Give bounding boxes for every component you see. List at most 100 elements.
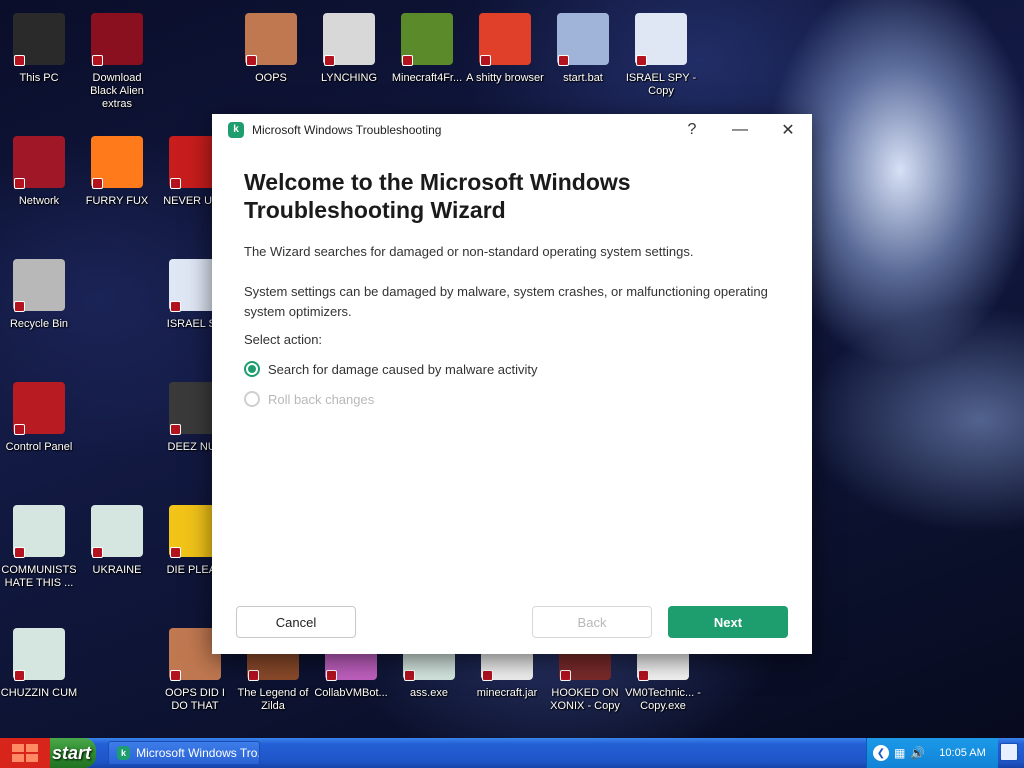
shortcut-badge-icon [14, 301, 25, 312]
volume-icon[interactable]: 🔊 [910, 746, 925, 760]
clock[interactable]: 10:05 AM [939, 747, 985, 759]
wizard-warning-text: System settings can be damaged by malwar… [244, 284, 768, 319]
rope-icon [320, 10, 378, 68]
desktop-icon-label: OOPS [255, 72, 287, 84]
option-label: Roll back changes [268, 391, 375, 407]
desktop-icon-label: start.bat [563, 72, 603, 84]
shortcut-badge-icon [560, 670, 571, 681]
taskbar-item-troubleshooting[interactable]: k Microsoft Windows Tro... [108, 741, 260, 765]
cancel-button[interactable]: Cancel [236, 606, 356, 638]
desktop-icon[interactable]: Network [0, 133, 78, 208]
shortcut-badge-icon [326, 670, 337, 681]
desktop-icon-label: OOPS DID I DO THAT [165, 687, 225, 712]
desktop-icon-label: Control Panel [5, 441, 73, 453]
troubleshooting-dialog: k Microsoft Windows Troubleshooting ? — … [212, 114, 812, 654]
desktop-icon[interactable]: ISRAEL SPY - Copy [622, 10, 700, 98]
desktop-icon-label: This PC [19, 72, 59, 84]
desktop-icon-label: CHUZZIN CUM [0, 687, 78, 699]
firefox-icon [88, 133, 146, 191]
shortcut-badge-icon [170, 301, 181, 312]
desktop-icon-label: HOOKED ON XONIX - Copy [550, 687, 620, 712]
windows-logo-icon [0, 738, 50, 768]
desktop-icon[interactable]: This PC [0, 10, 78, 85]
dialog-title: Microsoft Windows Troubleshooting [252, 123, 442, 137]
desktop-icon-label: UKRAINE [92, 564, 142, 576]
alien-icon [88, 10, 146, 68]
chevron-left-icon[interactable]: ❮ [873, 745, 889, 761]
shortcut-badge-icon [558, 55, 569, 66]
desktop-icon[interactable]: LYNCHING [310, 10, 388, 85]
desktop-icon-label: Download Black Alien extras [90, 72, 144, 110]
app-icon: k [228, 122, 244, 138]
desktop-icon-label: Recycle Bin [9, 318, 69, 330]
help-button[interactable]: ? [668, 114, 716, 146]
shortcut-badge-icon [170, 424, 181, 435]
shortcut-badge-icon [638, 670, 649, 681]
wizard-description: The Wizard searches for damaged or non-s… [244, 244, 694, 259]
gears-icon [554, 10, 612, 68]
desktop-icon-label: LYNCHING [320, 72, 378, 84]
desktop-icon[interactable]: OOPS [232, 10, 310, 85]
desktop-icon[interactable]: Recycle Bin [0, 256, 78, 331]
window-thumbnail-icon [10, 502, 68, 560]
option-search-damage[interactable]: Search for damage caused by malware acti… [244, 354, 780, 384]
shortcut-badge-icon [14, 547, 25, 558]
shortcut-badge-icon [402, 55, 413, 66]
desktop-icon-label: ISRAEL SPY - Copy [625, 72, 697, 97]
portrait-icon [242, 10, 300, 68]
control-panel-icon [10, 379, 68, 437]
shortcut-badge-icon [170, 547, 181, 558]
chrome-icon [476, 10, 534, 68]
shortcut-badge-icon [92, 55, 103, 66]
shortcut-badge-icon [92, 547, 103, 558]
desktop-icon[interactable]: Minecraft4Fr... [388, 10, 466, 85]
taskbar: start k Microsoft Windows Tro... ❮ ▦ 🔊 1… [0, 738, 1024, 768]
desktop-icon[interactable]: Control Panel [0, 379, 78, 454]
shortcut-badge-icon [170, 178, 181, 189]
desktop-icon-label: A shitty browser [466, 72, 544, 84]
shortcut-badge-icon [248, 670, 259, 681]
desktop-icon[interactable]: start.bat [544, 10, 622, 85]
wizard-heading: Welcome to the Microsoft Windows Trouble… [244, 169, 631, 223]
desktop-icon-label: FURRY FUX [85, 195, 149, 207]
network-icon[interactable]: ▦ [894, 746, 905, 760]
radio-checked-icon[interactable] [244, 361, 260, 377]
desktop-icon[interactable]: Download Black Alien extras [78, 10, 156, 111]
desktop-icon-label: COMMUNISTS HATE THIS ... [1, 564, 77, 589]
desktop-icon-label: VM0Technic... - Copy.exe [625, 687, 701, 712]
next-button[interactable]: Next [668, 606, 788, 638]
system-tray: ❮ ▦ 🔊 10:05 AM [866, 738, 998, 768]
window-thumbnail-icon [88, 502, 146, 560]
shortcut-badge-icon [14, 55, 25, 66]
shortcut-badge-icon [170, 670, 181, 681]
desktop-icon[interactable]: COMMUNISTS HATE THIS ... [0, 502, 78, 590]
desktop-icon[interactable]: A shitty browser [466, 10, 544, 85]
shortcut-badge-icon [92, 178, 103, 189]
desktop-icon-label: CollabVMBot... [314, 687, 388, 699]
desktop-icon-label: ass.exe [410, 687, 448, 699]
shortcut-badge-icon [14, 670, 25, 681]
desktop-icon[interactable]: FURRY FUX [78, 133, 156, 208]
show-desktop-icon[interactable] [1000, 743, 1018, 761]
network-pipe-icon [632, 10, 690, 68]
dialog-titlebar[interactable]: k Microsoft Windows Troubleshooting ? — … [212, 114, 812, 146]
grass-block-icon [398, 10, 456, 68]
start-label: start [52, 742, 92, 763]
app-icon: k [117, 746, 131, 760]
desktop-icon-label: minecraft.jar [476, 687, 538, 699]
back-button: Back [532, 606, 652, 638]
desktop-icon[interactable]: UKRAINE [78, 502, 156, 577]
minimize-button[interactable]: — [716, 114, 764, 146]
close-button[interactable]: ✕ [764, 114, 812, 146]
desktop-icon[interactable]: CHUZZIN CUM [0, 625, 78, 700]
shortcut-badge-icon [14, 178, 25, 189]
start-button[interactable]: start [0, 738, 96, 768]
option-label: Search for damage caused by malware acti… [268, 361, 538, 377]
computer-icon [10, 10, 68, 68]
select-action-label: Select action: [244, 332, 323, 347]
shortcut-badge-icon [324, 55, 335, 66]
desktop-icon-label: The Legend of Zilda [237, 687, 309, 712]
option-roll-back: Roll back changes [244, 384, 780, 414]
radio-disabled-icon [244, 391, 260, 407]
recycle-bin-icon [10, 256, 68, 314]
